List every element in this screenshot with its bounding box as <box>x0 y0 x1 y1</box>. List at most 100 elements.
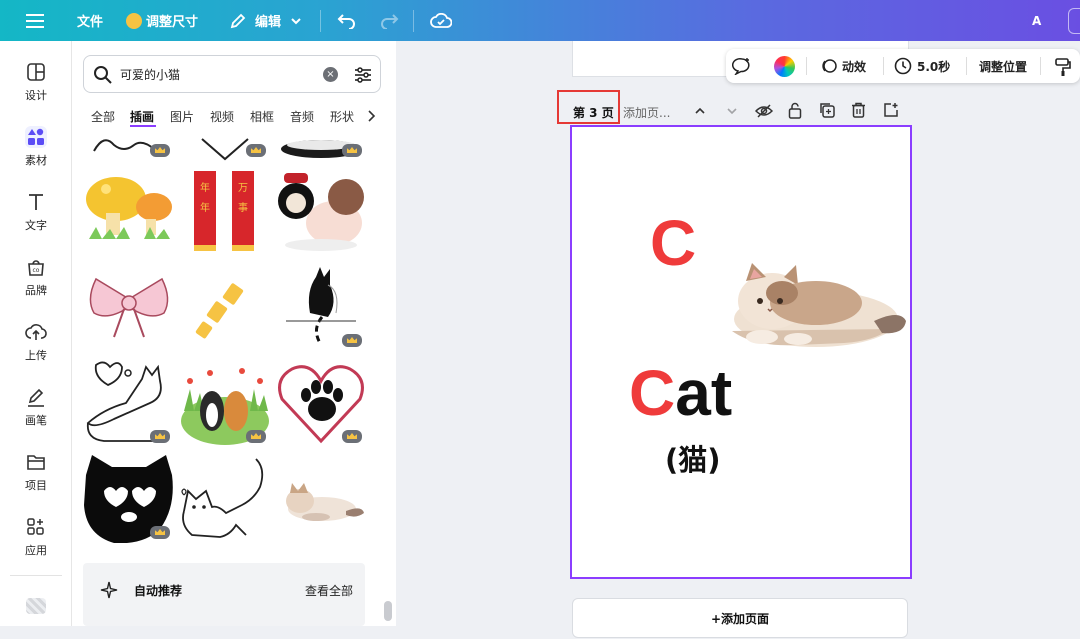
tab-all[interactable]: 全部 <box>91 108 115 125</box>
result-item[interactable] <box>84 359 174 447</box>
filter-icon[interactable] <box>354 66 372 84</box>
duration-button[interactable]: 5.0秒 <box>894 57 950 75</box>
duplicate-icon[interactable] <box>819 102 835 118</box>
rail-label: 项目 <box>25 479 47 492</box>
clock-icon <box>894 57 912 75</box>
premium-badge <box>246 144 266 157</box>
premium-badge <box>342 334 362 347</box>
pen-icon <box>28 388 44 407</box>
page-label: 第 3 页 <box>573 106 614 120</box>
svg-text:年: 年 <box>200 181 210 194</box>
add-page-button[interactable]: +添加页面 <box>572 598 908 638</box>
rail-item-design[interactable]: 设计 <box>0 61 72 103</box>
add-page-icon[interactable] <box>883 102 899 118</box>
resize-button[interactable]: 调整尺寸 <box>126 0 198 41</box>
result-item[interactable] <box>84 131 174 161</box>
hamburger-icon[interactable] <box>26 0 44 41</box>
word-text[interactable]: Cat <box>629 361 732 425</box>
result-item[interactable] <box>276 263 366 351</box>
panel-scrollbar[interactable] <box>384 601 392 621</box>
comment-add-icon[interactable] <box>732 57 752 75</box>
cat-image[interactable] <box>724 259 910 355</box>
result-item[interactable] <box>276 167 366 255</box>
search-box[interactable]: 可爱的小猫 × <box>83 55 381 93</box>
divider <box>883 57 884 75</box>
rail-item-projects[interactable]: 项目 <box>0 451 72 493</box>
design-page[interactable]: C Cat (猫) <box>570 125 912 579</box>
result-item[interactable] <box>180 263 270 351</box>
rail-label: 设计 <box>25 89 47 102</box>
divider <box>413 10 414 32</box>
share-button-edge[interactable] <box>1068 8 1080 34</box>
trash-icon[interactable] <box>851 102 866 118</box>
divider <box>1040 57 1041 75</box>
file-menu[interactable]: 文件 <box>77 0 103 41</box>
result-item[interactable] <box>276 455 366 543</box>
undo-icon[interactable] <box>337 0 357 41</box>
rail-item-elements[interactable]: 素材 <box>0 126 72 168</box>
rail-item-upload[interactable]: 上传 <box>0 321 72 363</box>
rail-label: 应用 <box>25 544 47 557</box>
crown-icon <box>126 12 142 29</box>
redo-icon[interactable] <box>379 0 399 41</box>
results-grid: 年年 万事 <box>72 131 396 601</box>
tab-shapes[interactable]: 形状 <box>330 108 354 125</box>
search-input[interactable]: 可爱的小猫 <box>120 66 180 83</box>
avatar[interactable]: A <box>1032 0 1041 41</box>
rail-label: 品牌 <box>25 284 47 297</box>
tab-frames[interactable]: 相框 <box>250 108 274 125</box>
page-title-input[interactable]: 添加页... <box>623 104 670 121</box>
motion-button[interactable]: 动效 <box>820 57 866 75</box>
tab-videos[interactable]: 视频 <box>210 108 234 125</box>
shapes-icon <box>25 126 47 148</box>
result-item[interactable] <box>84 167 174 255</box>
rail-item-text[interactable]: 文字 <box>0 191 72 233</box>
rail-label: 画笔 <box>25 414 47 427</box>
position-button[interactable]: 调整位置 <box>979 58 1027 75</box>
divider <box>10 575 62 576</box>
tab-audio[interactable]: 音频 <box>290 108 314 125</box>
result-item[interactable] <box>84 263 174 351</box>
color-wheel-icon[interactable] <box>774 56 795 77</box>
floating-toolbar: 动效 5.0秒 调整位置 <box>726 49 1080 83</box>
rail-item-draw[interactable]: 画笔 <box>0 386 72 428</box>
divider <box>806 57 807 75</box>
hide-icon[interactable] <box>755 103 773 119</box>
rail-item-brand[interactable]: co 品牌 <box>0 256 72 298</box>
result-item[interactable] <box>180 131 270 161</box>
rail-label: 文字 <box>25 219 47 232</box>
chevron-up-icon[interactable] <box>693 104 707 118</box>
word-rest: at <box>675 357 733 429</box>
chevron-down-icon[interactable] <box>725 104 739 118</box>
divider <box>320 10 321 32</box>
result-item[interactable] <box>276 131 366 161</box>
result-item[interactable]: 年年 万事 <box>180 167 270 255</box>
folder-icon <box>27 455 45 470</box>
rail-label: 素材 <box>25 154 47 167</box>
svg-text:万: 万 <box>238 183 248 194</box>
resize-label: 调整尺寸 <box>146 15 199 30</box>
word-first-letter: C <box>629 357 676 429</box>
auto-recommend-section: 自动推荐 查看全部 <box>83 563 365 626</box>
lock-icon[interactable] <box>788 102 802 119</box>
tab-illustrations[interactable]: 插画 <box>130 108 154 125</box>
paint-roller-icon[interactable] <box>1054 57 1072 77</box>
clear-icon[interactable]: × <box>323 67 338 82</box>
view-all-link[interactable]: 查看全部 <box>305 582 353 599</box>
side-rail: 设计 素材 文字 co 品牌 上传 画笔 项目 应用 <box>0 41 72 626</box>
result-item[interactable] <box>180 359 270 447</box>
translation-text[interactable]: (猫) <box>665 440 721 480</box>
letter-text[interactable]: C <box>650 211 696 275</box>
result-item[interactable] <box>276 359 366 447</box>
cloud-save-icon[interactable] <box>430 0 452 41</box>
magic-icon[interactable] <box>26 598 46 614</box>
result-item[interactable] <box>84 455 174 543</box>
edit-button[interactable]: 编辑 <box>229 0 303 41</box>
tab-photos[interactable]: 图片 <box>170 108 194 125</box>
rail-item-apps[interactable]: 应用 <box>0 516 72 558</box>
chevron-right-icon[interactable] <box>365 109 377 123</box>
premium-badge <box>150 430 170 443</box>
premium-badge <box>150 144 170 157</box>
result-item[interactable] <box>180 455 270 543</box>
recommend-label: 自动推荐 <box>134 584 183 598</box>
